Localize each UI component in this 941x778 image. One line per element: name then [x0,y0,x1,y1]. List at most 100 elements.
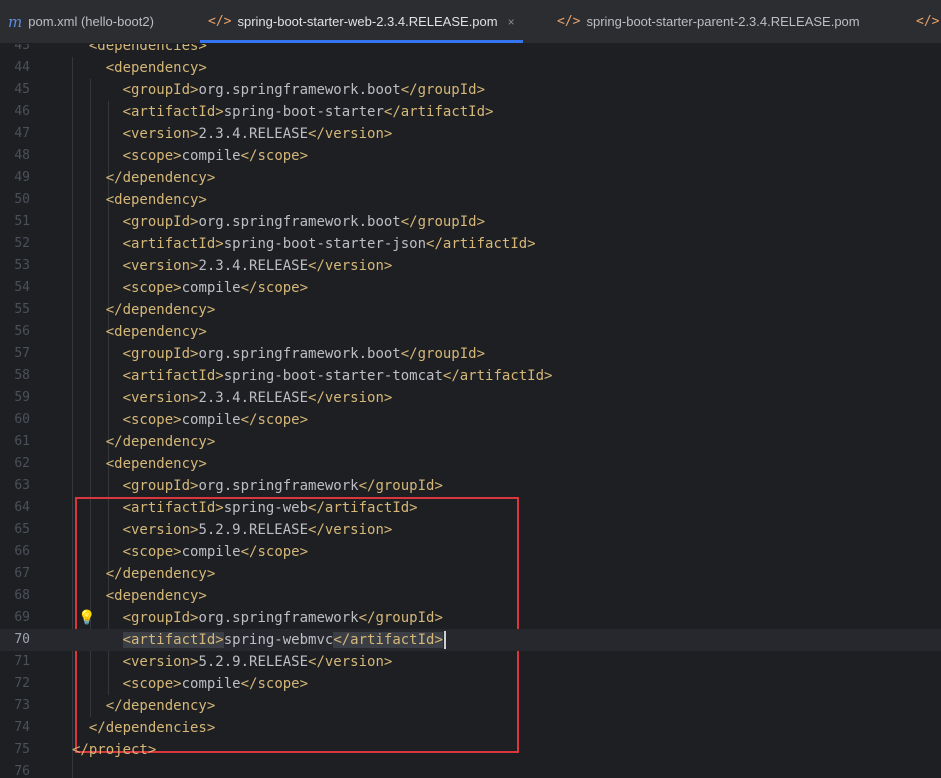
code-line[interactable]: 74 </dependencies> [0,717,941,739]
xml-open-tag: <version> [122,258,199,274]
editor-tab-bar: m pom.xml (hello-boot2) </> spring-boot-sta… [0,0,941,44]
xml-value: org.springframework.boot [198,346,401,362]
xml-close-tag: </project> [72,742,157,758]
code-line[interactable]: 73 </dependency> [0,695,941,717]
xml-close-tag: </scope> [240,676,309,692]
line-number: 61 [14,434,30,449]
code-brackets-icon: </> [916,14,940,29]
code-content: <artifactId>spring-boot-starter-json</ar… [123,233,536,255]
code-line[interactable]: 64 <artifactId>spring-web</artifactId> [0,497,941,519]
code-line[interactable]: 62 <dependency> [0,453,941,475]
code-line[interactable]: 54 <scope>compile</scope> [0,277,941,299]
xml-close-tag: </scope> [240,544,309,560]
tab-1[interactable]: m pom.xml (hello-boot2) [8,0,154,43]
code-content: </project> [72,739,156,761]
code-content: <groupId>org.springframework.boot</group… [123,211,485,233]
line-number: 66 [14,544,30,559]
xml-value: 5.2.9.RELEASE [198,522,309,538]
xml-close-tag: </artifactId> [442,368,553,384]
close-tab-icon[interactable]: × [508,15,515,29]
xml-value: compile [181,280,241,296]
xml-open-tag: <scope> [122,676,182,692]
code-line[interactable]: 55 </dependency> [0,299,941,321]
tab-2[interactable]: </> spring-boot-starter-web-2.3.4.RELEASE… [200,0,523,43]
line-number: 53 [14,258,30,273]
code-line[interactable]: 46 <artifactId>spring-boot-starter</artif… [0,101,941,123]
code-line[interactable]: 50 <dependency> [0,189,941,211]
line-number: 43 [14,44,30,53]
lightbulb-icon[interactable]: 💡 [78,607,95,629]
xml-open-tag: <dependency> [105,60,207,76]
code-line[interactable]: 65 <version>5.2.9.RELEASE</version> [0,519,941,541]
xml-close-tag: </groupId> [400,214,486,230]
code-line[interactable]: 44 <dependency> [0,57,941,79]
code-line[interactable]: 69 <groupId>org.springframework</groupId>… [0,607,941,629]
code-line[interactable]: 51 <groupId>org.springframework.boot</gro… [0,211,941,233]
code-line[interactable]: 60 <scope>compile</scope> [0,409,941,431]
code-line[interactable]: 67 </dependency> [0,563,941,585]
code-content: <dependency> [106,453,207,475]
code-line[interactable]: 76 [0,761,941,778]
code-line[interactable]: 72 <scope>compile</scope> [0,673,941,695]
xml-close-tag: </dependency> [105,566,216,582]
code-line[interactable]: 49 </dependency> [0,167,941,189]
code-content: <scope>compile</scope> [123,409,308,431]
code-line[interactable]: 70 <artifactId>spring-webmvc</artifactId> [0,629,941,651]
xml-open-tag: <dependency> [105,192,207,208]
code-line[interactable]: 56 <dependency> [0,321,941,343]
code-line[interactable]: 61 </dependency> [0,431,941,453]
xml-close-tag: </dependency> [105,302,216,318]
code-content: <artifactId>spring-webmvc</artifactId> [122,629,443,651]
line-number: 52 [14,236,30,251]
line-number: 74 [14,720,30,735]
xml-close-tag: </dependency> [105,170,216,186]
line-number: 59 [14,390,30,405]
line-number: 48 [14,148,30,163]
line-number: 65 [14,522,30,537]
tab-3[interactable]: </> spring-boot-starter-parent-2.3.4.RELE… [557,0,860,43]
code-content: <scope>compile</scope> [123,277,308,299]
tab-4[interactable]: </>s [916,0,941,43]
xml-value: org.springframework.boot [198,82,401,98]
code-line[interactable]: 63 <groupId>org.springframework</groupId> [0,475,941,497]
code-line[interactable]: 71 <version>5.2.9.RELEASE</version> [0,651,941,673]
code-content: </dependency> [106,695,216,717]
code-editor[interactable]: 43 <dependencies> 44 <dependency> 45 <groupId… [0,44,941,778]
line-number: 47 [14,126,30,141]
code-line[interactable]: 57 <groupId>org.springframework.boot</gro… [0,343,941,365]
code-line[interactable]: 47 <version>2.3.4.RELEASE</version> [0,123,941,145]
code-brackets-icon: </> [208,14,232,29]
code-content: <groupId>org.springframework.boot</group… [123,343,485,365]
xml-close-tag: </dependency> [105,434,216,450]
code-line[interactable]: 58 <artifactId>spring-boot-starter-tomcat… [0,365,941,387]
xml-open-tag: <artifactId> [122,368,224,384]
code-line[interactable]: 59 <version>2.3.4.RELEASE</version> [0,387,941,409]
code-line[interactable]: 75 </project> [0,739,941,761]
xml-value: compile [181,544,241,560]
line-number: 56 [14,324,30,339]
code-content: <dependencies> [89,44,207,57]
xml-open-tag: <version> [122,654,199,670]
xml-close-tag: </version> [308,258,393,274]
code-line[interactable]: 48 <scope>compile</scope> [0,145,941,167]
xml-open-tag: <groupId> [122,478,199,494]
line-number: 58 [14,368,30,383]
code-line[interactable]: 66 <scope>compile</scope> [0,541,941,563]
code-line[interactable]: 52 <artifactId>spring-boot-starter-json</… [0,233,941,255]
line-number: 54 [14,280,30,295]
code-line[interactable]: 68 <dependency> [0,585,941,607]
xml-open-tag: <scope> [122,280,182,296]
line-number: 62 [14,456,30,471]
code-content: <dependency> [106,189,207,211]
line-number: 64 [14,500,30,515]
code-content: <scope>compile</scope> [123,673,308,695]
xml-close-tag: </version> [308,126,393,142]
code-line[interactable]: 43 <dependencies> [0,44,941,57]
code-line[interactable]: 53 <version>2.3.4.RELEASE</version> [0,255,941,277]
xml-open-tag: <scope> [122,148,182,164]
code-line[interactable]: 45 <groupId>org.springframework.boot</gro… [0,79,941,101]
xml-close-tag: </artifactId> [308,500,418,516]
tab-label: pom.xml (hello-boot2) [28,14,154,29]
xml-value: org.springframework.boot [198,214,401,230]
xml-close-tag: </scope> [240,412,309,428]
